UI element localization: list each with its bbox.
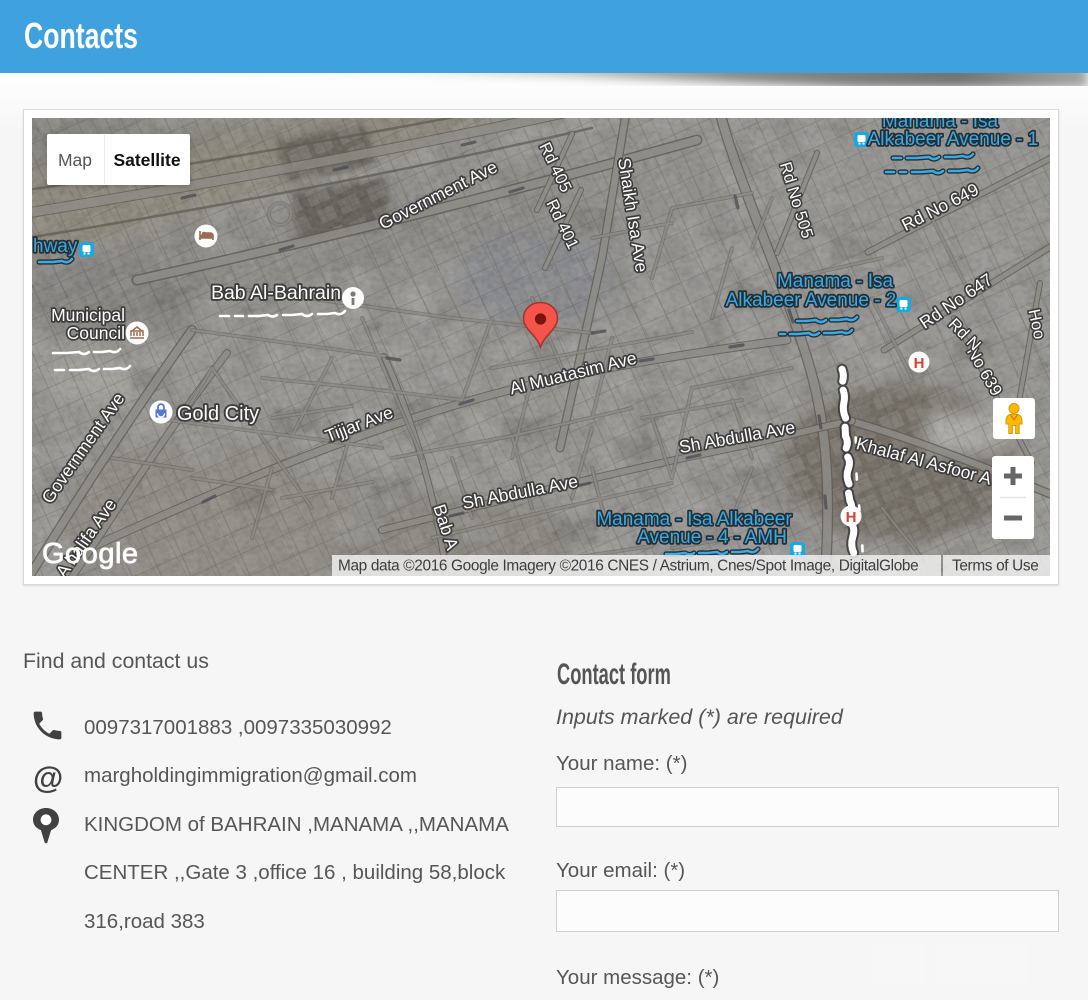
svg-text:hway: hway xyxy=(33,236,78,257)
svg-text:Google: Google xyxy=(42,538,139,570)
svg-text:Alkabeer Avenue - 1: Alkabeer Avenue - 1 xyxy=(868,129,1039,150)
svg-text:Alkabeer Avenue - 2: Alkabeer Avenue - 2 xyxy=(726,290,897,311)
svg-text:Map: Map xyxy=(58,150,92,170)
svg-text:Terms of Use: Terms of Use xyxy=(952,558,1038,575)
svg-text:Council: Council xyxy=(67,323,125,343)
svg-text:Map data ©2016 Google Imagery: Map data ©2016 Google Imagery ©2016 CNES… xyxy=(338,558,918,575)
svg-text:Municipal: Municipal xyxy=(51,305,125,325)
svg-text:H: H xyxy=(846,509,857,526)
svg-text:Gold City: Gold City xyxy=(177,403,259,425)
svg-text:H: H xyxy=(914,355,925,372)
svg-text:Avenue - 4 - AMH: Avenue - 4 - AMH xyxy=(637,527,787,548)
svg-text:Manama - Isa: Manama - Isa xyxy=(777,271,894,292)
svg-text:Bab Al-Bahrain: Bab Al-Bahrain xyxy=(211,282,341,304)
svg-text:Satellite: Satellite xyxy=(113,150,180,170)
